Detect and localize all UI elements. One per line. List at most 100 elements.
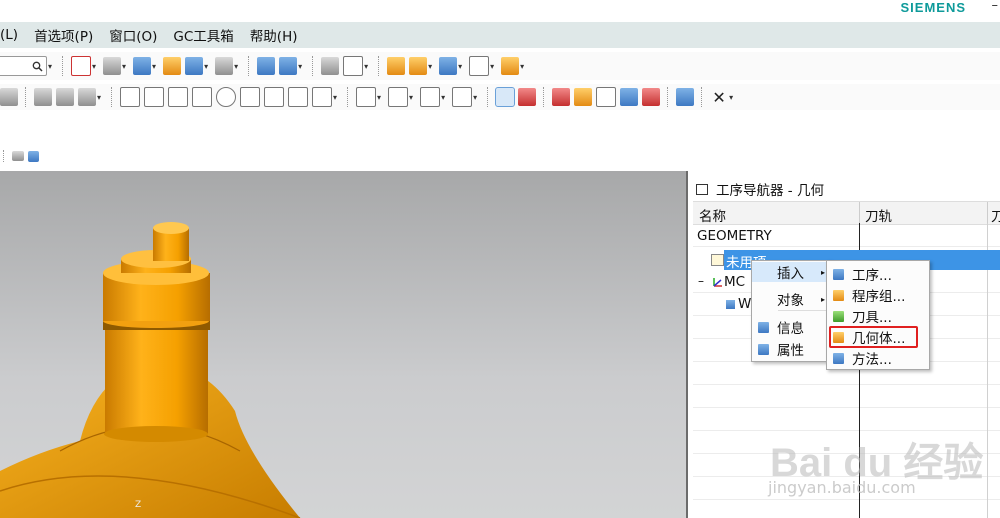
snap-icon[interactable] (387, 57, 406, 75)
create-tool-icon[interactable] (552, 88, 571, 106)
submenu-item-program-group[interactable]: 程序组... (827, 285, 929, 305)
create-program-icon[interactable] (642, 88, 661, 106)
menu-item-window[interactable]: 窗口(O) (101, 25, 165, 45)
column-divider[interactable] (859, 202, 860, 224)
tree-item-geometry[interactable]: GEOMETRY (697, 228, 772, 244)
collapse-icon[interactable]: – (698, 274, 704, 288)
offset-icon[interactable] (192, 87, 213, 107)
axis-z-label: Z (135, 500, 142, 510)
submenu-item-method-label: 方法... (852, 352, 892, 368)
column-header-tool[interactable]: 刀 (991, 205, 1000, 225)
chevron-down-icon[interactable]: ▾ (364, 62, 368, 71)
tree-item-workpiece[interactable]: W (738, 296, 751, 312)
wcs-icon[interactable] (343, 56, 364, 76)
graphics-viewport[interactable] (0, 171, 686, 518)
background-icon[interactable] (215, 57, 234, 75)
toolpath-replay-icon[interactable] (356, 87, 377, 107)
menu-item-gc-toolbox[interactable]: GC工具箱 (165, 25, 241, 45)
toolbar-separator (701, 87, 703, 107)
chevron-down-icon[interactable]: ▾ (729, 93, 733, 102)
select-arrow-icon[interactable] (439, 57, 458, 75)
toolbar-separator (62, 56, 64, 76)
toolbar-separator (312, 56, 314, 76)
menu-item-info[interactable]: 信息 (752, 317, 830, 337)
column-header-toolpath[interactable]: 刀轨 (865, 205, 892, 225)
measure-distance-icon[interactable] (469, 56, 490, 76)
chevron-down-icon[interactable]: ▾ (298, 62, 302, 71)
chevron-down-icon[interactable]: ▾ (92, 62, 96, 71)
project-icon[interactable] (288, 87, 309, 107)
submenu-item-tool-label: 刀具... (852, 310, 892, 326)
post-process-icon[interactable] (34, 88, 52, 106)
search-input[interactable] (0, 56, 47, 76)
column-divider[interactable] (987, 202, 988, 224)
search-icon (32, 61, 43, 72)
shaded-icon[interactable] (12, 151, 24, 161)
menu-item-insert[interactable]: 插入 ▸ (752, 262, 830, 282)
extract-icon[interactable] (312, 87, 333, 107)
boundary-icon[interactable] (264, 87, 285, 107)
chevron-down-icon[interactable]: ▾ (409, 93, 413, 102)
grid-line (693, 499, 1000, 500)
toolpath-list-icon[interactable] (0, 88, 18, 106)
menu-item-help[interactable]: 帮助(H) (242, 25, 306, 45)
menu-item-preferences[interactable]: 首选项(P) (26, 25, 101, 45)
tree-item-mcs[interactable]: MC (724, 274, 745, 290)
analysis-icon[interactable] (409, 57, 428, 75)
time-icon[interactable] (78, 88, 96, 106)
cube-small-icon[interactable] (28, 150, 39, 162)
chevron-down-icon[interactable]: ▾ (333, 93, 337, 102)
chevron-down-icon[interactable]: ▾ (97, 93, 101, 102)
chevron-down-icon[interactable]: ▾ (428, 62, 432, 71)
move-object-icon[interactable] (279, 57, 298, 75)
edit-section-icon[interactable] (163, 57, 182, 75)
submenu-item-method[interactable]: 方法... (827, 348, 929, 368)
create-geometry-icon[interactable] (574, 88, 593, 106)
spline-icon[interactable] (240, 87, 261, 107)
chevron-down-icon[interactable]: ▾ (473, 93, 477, 102)
chevron-down-icon[interactable]: ▾ (234, 62, 238, 71)
chevron-down-icon[interactable]: ▾ (122, 62, 126, 71)
insert-submenu: 工序... 程序组... 刀具... 几何体... 方法... (826, 260, 930, 370)
column-header-name[interactable]: 名称 (699, 205, 726, 225)
chevron-down-icon[interactable]: ▾ (204, 62, 208, 71)
submenu-item-tool[interactable]: 刀具... (827, 306, 929, 326)
chevron-down-icon[interactable]: ▾ (458, 62, 462, 71)
toolpath-verify-icon[interactable] (388, 87, 409, 107)
minimize-button[interactable]: – (992, 0, 999, 13)
line-icon[interactable] (144, 87, 165, 107)
generate-icon[interactable] (676, 88, 695, 106)
chevron-down-icon[interactable]: ▾ (520, 62, 524, 71)
chevron-down-icon[interactable]: ▾ (441, 93, 445, 102)
menu-item-object[interactable]: 对象 ▸ (752, 289, 830, 309)
operation-view-icon[interactable] (518, 88, 537, 106)
render-style-icon[interactable] (103, 57, 122, 75)
submenu-arrow-icon: ▸ (820, 267, 825, 277)
navigator-title: 工序导航器 - 几何 (696, 179, 824, 199)
circle-icon[interactable] (216, 87, 237, 107)
clip-view-icon[interactable] (185, 57, 204, 75)
chevron-down-icon[interactable]: ▾ (152, 62, 156, 71)
toolpath-display-icon[interactable] (452, 87, 473, 107)
close-icon[interactable]: ✕ (710, 88, 728, 107)
ruler-icon[interactable] (501, 57, 520, 75)
create-operation-icon[interactable] (620, 88, 639, 106)
fit-view-icon[interactable] (71, 56, 92, 76)
toolpath-filter-icon[interactable] (420, 87, 441, 107)
grid-line (693, 407, 1000, 408)
navigator-view-icon[interactable] (495, 87, 516, 107)
curve-icon[interactable] (120, 87, 141, 107)
shop-doc-icon[interactable] (56, 88, 74, 106)
chevron-down-icon[interactable]: ▾ (490, 62, 494, 71)
hatch-icon[interactable] (168, 87, 189, 107)
menu-item-l[interactable]: (L) (0, 27, 26, 43)
layer-icon[interactable] (321, 57, 340, 75)
menu-item-properties[interactable]: 属性 (752, 339, 830, 359)
chevron-down-icon[interactable]: ▾ (48, 62, 52, 71)
cube-view-icon[interactable] (133, 57, 152, 75)
submenu-item-operation[interactable]: 工序... (827, 264, 929, 284)
show-hide-icon[interactable] (257, 57, 276, 75)
chevron-down-icon[interactable]: ▾ (377, 93, 381, 102)
create-method-icon[interactable] (596, 87, 617, 107)
tool-icon (833, 310, 844, 322)
